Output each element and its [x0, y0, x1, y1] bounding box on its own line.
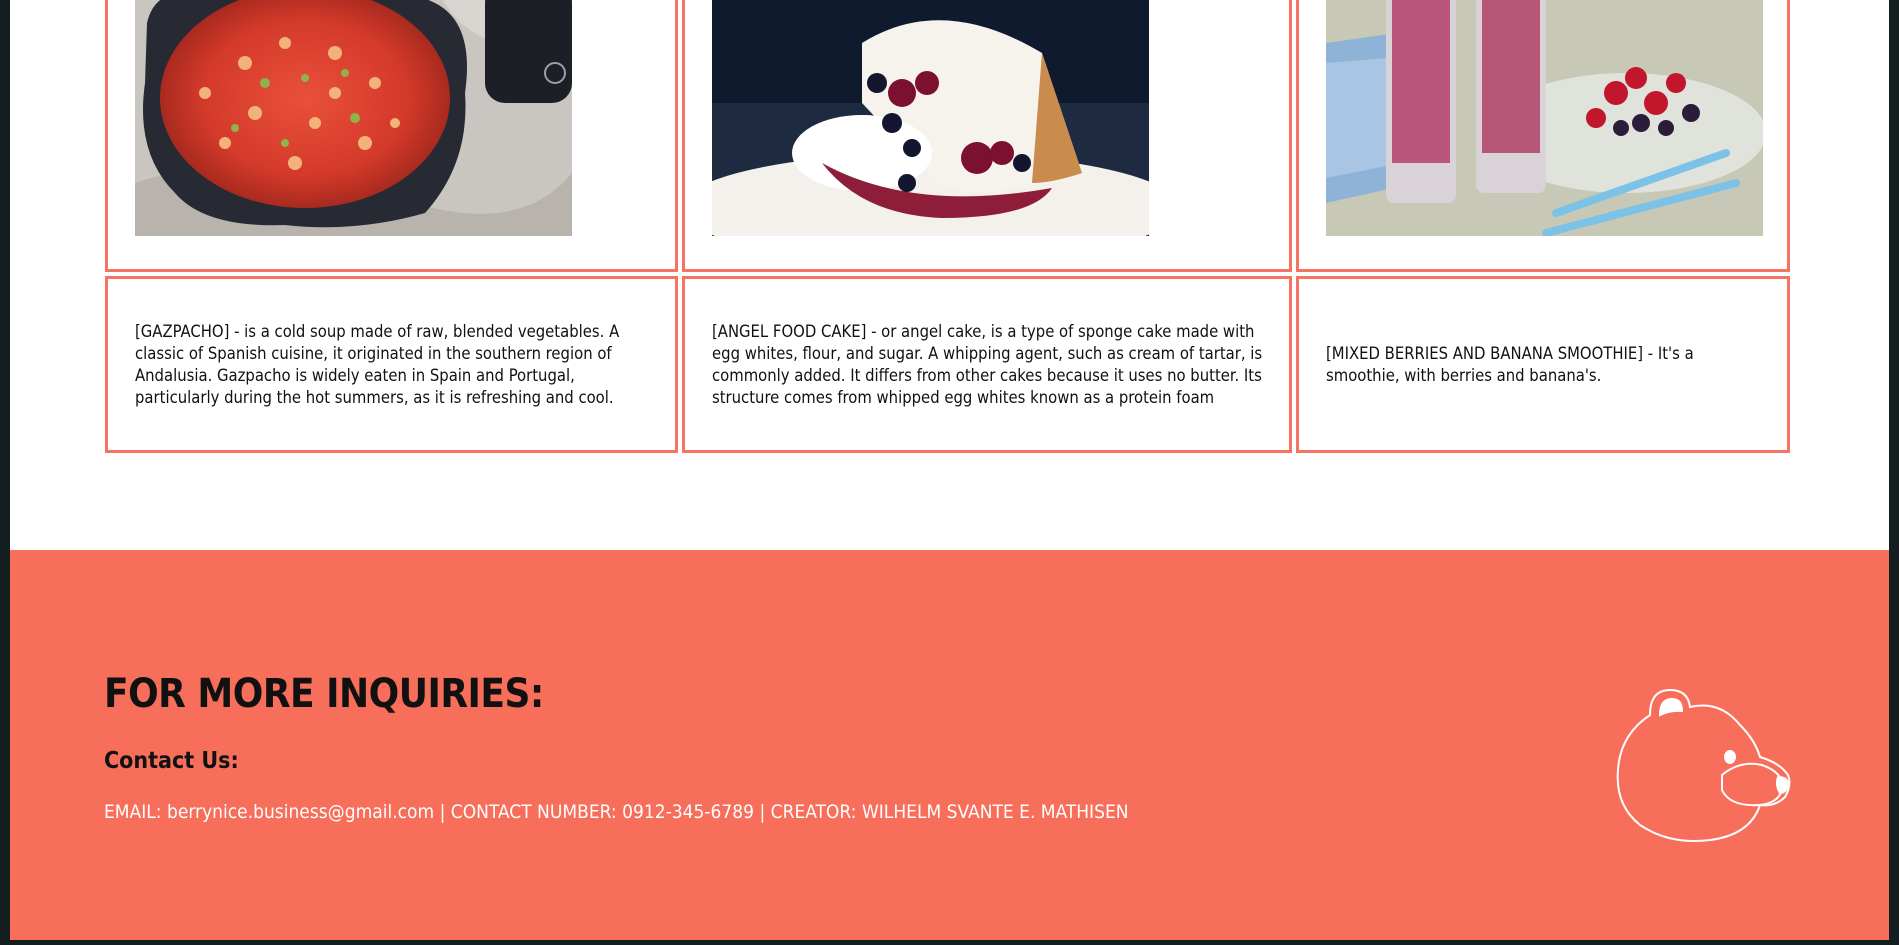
smoothie-image-cell — [1296, 0, 1790, 272]
footer-heading: FOR MORE INQUIRIES: — [104, 671, 544, 717]
gazpacho-description-cell: [GAZPACHO] - is a cold soup made of raw,… — [105, 276, 678, 453]
contact-info: EMAIL: berrynice.business@gmail.com | CO… — [104, 801, 1129, 823]
footer: FOR MORE INQUIRIES: Contact Us: EMAIL: b… — [10, 550, 1889, 940]
food-grid: [GAZPACHO] - is a cold soup made of raw,… — [105, 0, 1790, 453]
gazpacho-image — [135, 0, 572, 236]
smoothie-description: [MIXED BERRIES AND BANANA SMOOTHIE] - It… — [1326, 343, 1694, 385]
page: [GAZPACHO] - is a cold soup made of raw,… — [10, 0, 1889, 940]
angel-food-cake-description-cell: [ANGEL FOOD CAKE] - or angel cake, is a … — [682, 276, 1292, 453]
bear-head-icon — [1610, 685, 1800, 845]
gazpacho-description: [GAZPACHO] - is a cold soup made of raw,… — [135, 321, 620, 407]
angel-food-cake-image-cell — [682, 0, 1292, 272]
angel-food-cake-image — [712, 0, 1149, 236]
contact-us-heading: Contact Us: — [104, 748, 239, 774]
angel-food-cake-description: [ANGEL FOOD CAKE] - or angel cake, is a … — [712, 321, 1263, 407]
smoothie-description-cell: [MIXED BERRIES AND BANANA SMOOTHIE] - It… — [1296, 276, 1790, 453]
smoothie-image — [1326, 0, 1763, 236]
gazpacho-image-cell — [105, 0, 678, 272]
